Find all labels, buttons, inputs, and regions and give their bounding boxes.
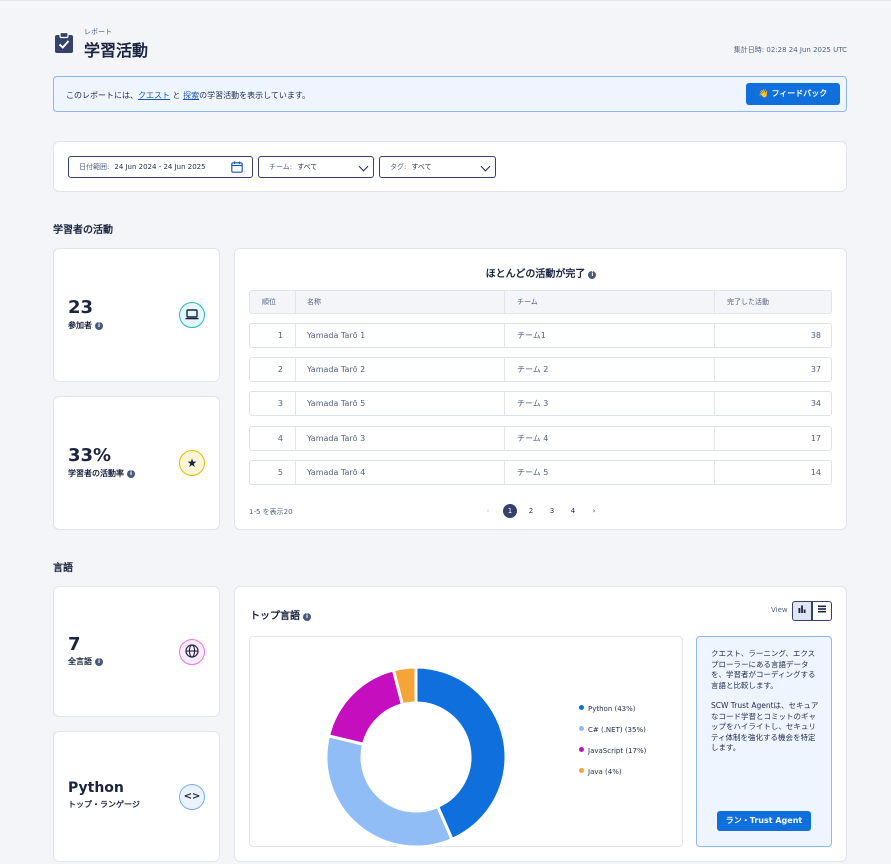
- info-paragraph: SCW Trust Agentは、セキュアなコード学習とコミットのギャップをハイ…: [711, 701, 819, 752]
- column-header-rank: 順位: [250, 291, 296, 313]
- top-divider: [0, 0, 891, 1]
- quest-link[interactable]: クエスト: [138, 91, 170, 100]
- top-language-card: Python トップ・ランゲージ <>: [53, 731, 220, 862]
- chevron-down-icon: [480, 161, 491, 172]
- star-icon: ★: [179, 450, 205, 476]
- chevron-left-icon[interactable]: ‹: [481, 504, 495, 518]
- donut-slice-javascript[interactable]: [326, 668, 405, 747]
- run-trust-agent-button[interactable]: ラン・Trust Agent: [717, 811, 811, 831]
- tag-select[interactable]: タグ: すべて: [379, 156, 496, 178]
- team-select[interactable]: チーム: すべて: [258, 156, 374, 178]
- legend-item: C# (.NET) (35%): [579, 726, 646, 734]
- activity-rate-card: 33% 学習者の活動率 i ★: [53, 396, 220, 530]
- column-header-completed: 完了した活動: [727, 298, 769, 306]
- legend-item: Python (43%): [579, 705, 636, 713]
- total-languages-card: 7 全言語 i: [53, 586, 220, 717]
- info-icon[interactable]: i: [127, 470, 135, 478]
- chevron-down-icon: [358, 161, 369, 172]
- info-icon[interactable]: i: [588, 271, 597, 279]
- chart-area: Python (43%) C# (.NET) (35%) JavaScript …: [249, 636, 683, 848]
- participants-card: 23 参加者 i: [53, 248, 220, 382]
- filter-bar: 日付範囲: 24 Jun 2024 - 24 Jun 2025 チーム: すべて タ…: [53, 141, 847, 192]
- leaderboard-card: ほとんどの活動が完了 i 順位 名称 チーム 完了した活動 1 Yamada Ta…: [234, 248, 847, 530]
- top-languages-card: トップ言語 i View Python (43%) C# (.NET) (35%)…: [234, 586, 847, 862]
- calendar-icon: [231, 161, 243, 173]
- explore-link[interactable]: 探索: [183, 91, 199, 100]
- top-language-label: トップ・ランゲージ: [68, 800, 140, 809]
- table-row[interactable]: 2 Yamada Tarō 2 チーム 2 37: [249, 357, 832, 382]
- info-icon[interactable]: i: [303, 613, 311, 621]
- participants-value: 23: [68, 297, 94, 318]
- page-2-button[interactable]: 2: [524, 504, 538, 518]
- page-3-button[interactable]: 3: [545, 504, 559, 518]
- legend-dot: [579, 726, 584, 731]
- table-row[interactable]: 1 Yamada Tarō 1 チーム1 38: [249, 323, 832, 348]
- date-range-picker[interactable]: 日付範囲: 24 Jun 2024 - 24 Jun 2025: [68, 156, 253, 178]
- feedback-button[interactable]: 👋 フィードバック: [746, 83, 840, 105]
- info-icon[interactable]: i: [95, 322, 103, 330]
- top-languages-title: トップ言語 i: [250, 607, 311, 622]
- bar-chart-icon: [798, 605, 806, 613]
- chart-view-toggle[interactable]: [792, 601, 812, 621]
- page-title: 学習活動: [84, 41, 149, 60]
- total-languages-value: 7: [68, 634, 81, 655]
- table-row[interactable]: 4 Yamada Tarō 3 チーム 4 17: [249, 426, 832, 451]
- info-paragraph: クエスト、ラーニング、エクスプローラーにある言語データを、学習者がコーディングす…: [711, 649, 816, 690]
- globe-icon: [179, 639, 205, 665]
- column-header-team: チーム: [505, 291, 715, 313]
- legend-item: JavaScript (17%): [579, 747, 646, 755]
- column-header-name: 名称: [296, 291, 505, 313]
- list-icon: [818, 605, 826, 613]
- table-header: 順位 名称 チーム 完了した活動: [249, 290, 832, 314]
- laptop-icon: [179, 302, 205, 328]
- page-eyebrow: レポート: [84, 28, 112, 36]
- report-timestamp: 集計日時: 02:28 24 Jun 2025 UTC: [733, 46, 847, 54]
- code-icon: <>: [179, 784, 205, 810]
- total-languages-label: 全言語 i: [68, 656, 103, 667]
- leaderboard-title: ほとんどの活動が完了 i: [235, 265, 847, 280]
- info-icon[interactable]: i: [95, 658, 103, 666]
- legend-dot: [579, 747, 584, 752]
- top-language-value: Python: [68, 780, 124, 796]
- legend-dot: [579, 705, 584, 710]
- activity-rate-label: 学習者の活動率 i: [68, 468, 135, 479]
- page-4-button[interactable]: 4: [566, 504, 580, 518]
- section-title-learners: 学習者の活動: [53, 225, 113, 236]
- chevron-right-icon[interactable]: ›: [587, 504, 601, 518]
- view-label: View: [771, 606, 788, 614]
- pagination-range: 1-5 を表示20: [249, 508, 293, 516]
- page-1-button[interactable]: 1: [503, 504, 517, 518]
- participants-label: 参加者 i: [68, 320, 103, 331]
- table-row[interactable]: 5 Yamada Tarō 4 チーム 5 14: [249, 460, 832, 485]
- section-title-languages: 言語: [53, 563, 73, 574]
- donut-slice-c-net[interactable]: [324, 733, 455, 848]
- list-view-toggle[interactable]: [812, 601, 832, 621]
- clipboard-check-icon: [55, 32, 73, 53]
- trust-agent-info: クエスト、ラーニング、エクスプローラーにある言語データを、学習者がコーディングす…: [696, 636, 832, 847]
- legend-dot: [579, 768, 584, 773]
- activity-rate-value: 33%: [68, 445, 112, 466]
- legend-item: Java (4%): [579, 768, 622, 776]
- table-row[interactable]: 3 Yamada Tarō 5 チーム 3 34: [249, 391, 832, 416]
- info-banner: このレポートには、クエスト と 探索の学習活動を表示しています。 👋 フィードバ…: [53, 76, 847, 112]
- donut-chart: [324, 665, 508, 848]
- banner-text: このレポートには、クエスト と 探索の学習活動を表示しています。: [66, 91, 311, 100]
